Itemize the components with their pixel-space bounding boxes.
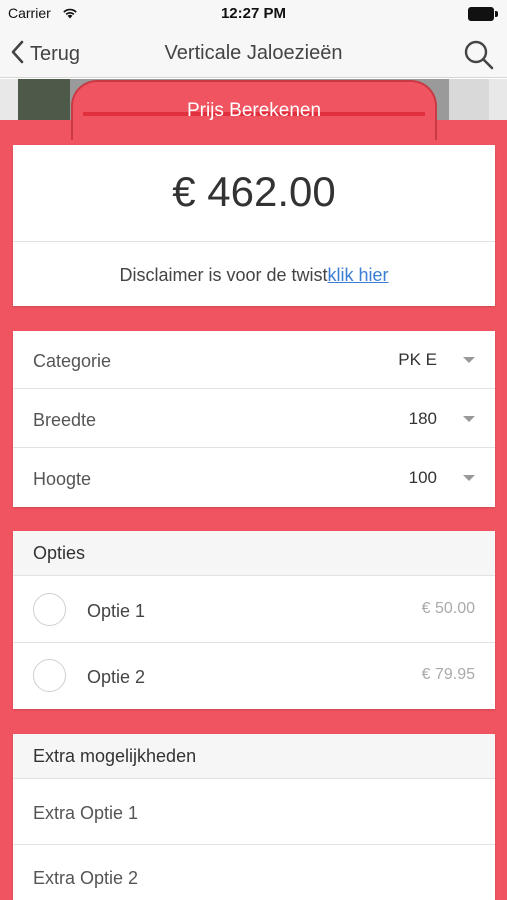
status-time: 12:27 PM	[220, 5, 287, 22]
select-value: 180	[408, 409, 437, 428]
extra-option-row-1[interactable]: Extra Optie 1	[13, 780, 495, 845]
extra-option-label: Extra Optie 1	[33, 803, 139, 823]
price-total: € 462.00	[172, 168, 336, 215]
option-price: € 79.95	[421, 666, 475, 683]
dimensions-card: Categorie PK E Breedte 180 Hoogte 100	[13, 331, 495, 507]
radio-button[interactable]	[33, 659, 66, 692]
status-bar: Carrier 12:27 PM	[0, 0, 507, 30]
option-label: Optie 1	[87, 601, 146, 621]
options-card: Opties Optie 1 € 50.00 Optie 2 € 79.95	[13, 531, 495, 709]
options-header-label: Opties	[33, 543, 86, 563]
calculate-price-label: Prijs Berekenen	[186, 100, 322, 121]
select-height[interactable]: Hoogte 100	[13, 449, 495, 507]
select-label: Breedte	[33, 410, 97, 430]
option-price: € 50.00	[421, 600, 475, 617]
extras-header-label: Extra mogelijkheden	[33, 746, 197, 766]
extra-option-row-2[interactable]: Extra Optie 2	[13, 845, 495, 900]
dropdown-arrow-icon	[463, 357, 475, 363]
extra-option-label: Extra Optie 2	[33, 868, 139, 888]
select-value: PK E	[398, 350, 437, 369]
select-width[interactable]: Breedte 180	[13, 390, 495, 448]
option-row-1[interactable]: Optie 1 € 50.00	[13, 577, 495, 643]
page-title: Verticale Jaloezieën	[164, 42, 343, 64]
extras-card: Extra mogelijkheden Extra Optie 1 Extra …	[13, 734, 495, 900]
dropdown-arrow-icon	[463, 475, 475, 481]
disclaimer: Disclaimer is voor de twistklik hier	[13, 265, 495, 286]
option-label: Optie 2	[87, 667, 146, 687]
option-row-2[interactable]: Optie 2 € 79.95	[13, 643, 495, 709]
select-label: Hoogte	[33, 469, 92, 489]
options-header: Opties	[13, 531, 495, 576]
select-category[interactable]: Categorie PK E	[13, 331, 495, 389]
search-button[interactable]	[463, 39, 495, 71]
extras-header: Extra mogelijkheden	[13, 734, 495, 779]
select-value: 100	[408, 468, 437, 487]
disclaimer-text: Disclaimer is voor de twist	[119, 265, 328, 285]
battery-icon	[468, 7, 498, 21]
radio-button[interactable]	[33, 593, 66, 626]
calculate-price-tab[interactable]: Prijs Berekenen	[71, 80, 437, 140]
divider	[13, 241, 495, 242]
select-label: Categorie	[33, 351, 112, 371]
search-icon	[463, 40, 495, 75]
price-card: € 462.00 Disclaimer is voor de twistklik…	[13, 145, 495, 306]
disclaimer-link[interactable]: klik hier	[328, 265, 389, 285]
navigation-bar: Terug Verticale Jaloezieën	[0, 30, 507, 78]
dropdown-arrow-icon	[463, 416, 475, 422]
